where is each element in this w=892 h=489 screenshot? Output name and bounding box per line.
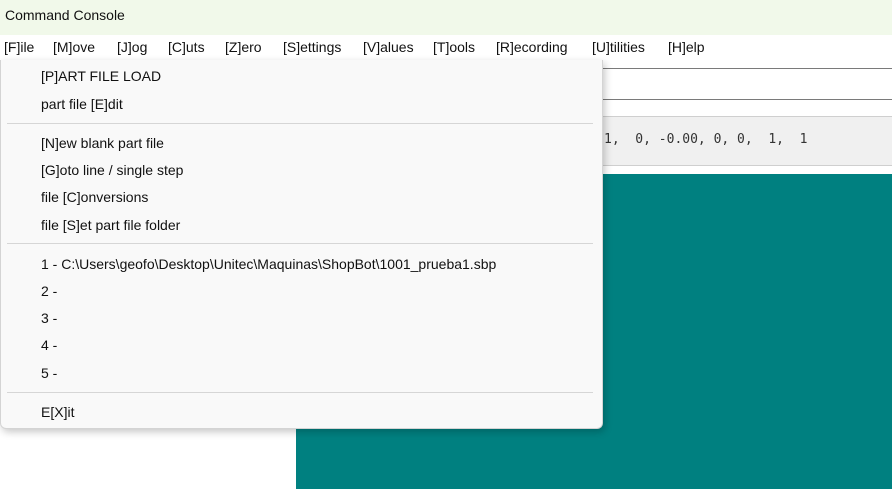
position-status-strip: 1, 0, -0.00, 0, 0, 1, 1 — [596, 116, 892, 166]
position-readout: 1, 0, -0.00, 0, 0, 1, 1 — [604, 132, 808, 147]
window-title: Command Console — [5, 7, 125, 23]
menu-separator — [7, 392, 593, 393]
title-bar: Command Console — [0, 0, 892, 35]
menu-separator — [7, 123, 593, 124]
menu-recording[interactable]: [R]ecording — [496, 39, 568, 55]
menu-help[interactable]: [H]elp — [668, 39, 705, 55]
menu-move[interactable]: [M]ove — [53, 39, 95, 55]
menu-separator — [7, 243, 593, 244]
menu-utilities[interactable]: [U]tilities — [592, 39, 645, 55]
menu-item-recent-file-4[interactable]: 4 - — [41, 334, 57, 356]
menu-file[interactable]: [F]ile — [4, 39, 34, 55]
menu-cuts[interactable]: [C]uts — [168, 39, 205, 55]
menu-item-part-file-edit[interactable]: part file [E]dit — [41, 93, 123, 115]
menu-item-recent-file-2[interactable]: 2 - — [41, 280, 57, 302]
file-menu-dropdown: [P]ART FILE LOAD part file [E]dit [N]ew … — [0, 60, 603, 429]
menu-jog[interactable]: [J]og — [117, 39, 147, 55]
menu-item-goto-line[interactable]: [G]oto line / single step — [41, 159, 183, 181]
command-console-window: Command Console [F]ile [M]ove [J]og [C]u… — [0, 0, 892, 489]
menu-item-recent-file-1[interactable]: 1 - C:\Users\geofo\Desktop\Unitec\Maquin… — [41, 253, 496, 275]
menu-item-recent-file-3[interactable]: 3 - — [41, 307, 57, 329]
menu-settings[interactable]: [S]ettings — [283, 39, 341, 55]
menu-zero[interactable]: [Z]ero — [225, 39, 262, 55]
command-input-box[interactable] — [596, 68, 892, 100]
menu-item-set-part-file-folder[interactable]: file [S]et part file folder — [41, 214, 180, 236]
menu-values[interactable]: [V]alues — [363, 39, 414, 55]
menu-item-part-file-load[interactable]: [P]ART FILE LOAD — [41, 65, 161, 87]
menu-item-file-conversions[interactable]: file [C]onversions — [41, 186, 148, 208]
menu-item-exit[interactable]: E[X]it — [41, 401, 74, 423]
menu-tools[interactable]: [T]ools — [433, 39, 475, 55]
menu-item-new-blank-part-file[interactable]: [N]ew blank part file — [41, 132, 164, 154]
menu-bar: [F]ile [M]ove [J]og [C]uts [Z]ero [S]ett… — [0, 35, 892, 60]
menu-item-recent-file-5[interactable]: 5 - — [41, 362, 57, 384]
